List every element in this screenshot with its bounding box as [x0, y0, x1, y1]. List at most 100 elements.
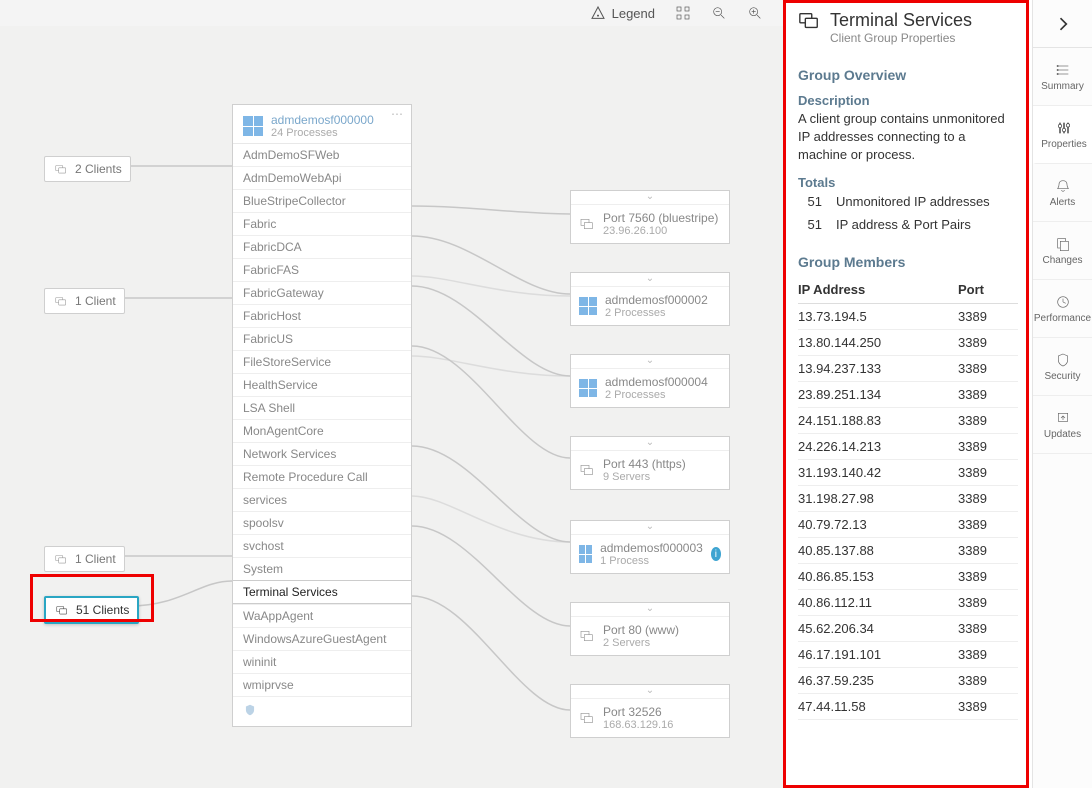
process-row[interactable]: Remote Procedure Call [233, 465, 411, 488]
chevron-down-icon[interactable]: ⌄ [571, 685, 729, 699]
member-row[interactable]: 46.17.191.1013389 [798, 641, 1018, 667]
legend-icon [590, 5, 606, 21]
machine-subtitle: 24 Processes [271, 127, 374, 139]
totals-label: Totals [798, 175, 1018, 190]
client-group-icon [54, 602, 70, 618]
process-row[interactable]: WindowsAzureGuestAgent [233, 627, 411, 650]
chevron-down-icon[interactable]: ⌄ [571, 437, 729, 451]
process-row[interactable]: AdmDemoWebApi [233, 166, 411, 189]
member-port: 3389 [958, 615, 1018, 641]
machine-node-main[interactable]: ⋯ admdemosf000000 24 Processes AdmDemoSF… [232, 104, 412, 727]
member-port: 3389 [958, 485, 1018, 511]
process-row[interactable]: FabricGateway [233, 281, 411, 304]
process-row[interactable]: LSA Shell [233, 396, 411, 419]
port-node[interactable]: ⌄Port 443 (https)9 Servers [570, 436, 730, 490]
member-row[interactable]: 31.198.27.983389 [798, 485, 1018, 511]
more-icon[interactable]: ⋯ [391, 107, 405, 121]
client-group-node-2[interactable]: 2 Clients [44, 156, 131, 182]
process-row[interactable]: BlueStripeCollector [233, 189, 411, 212]
member-row[interactable]: 40.86.112.113389 [798, 589, 1018, 615]
server-group-icon [579, 462, 595, 478]
member-row[interactable]: 45.62.206.343389 [798, 615, 1018, 641]
process-row[interactable]: Fabric [233, 212, 411, 235]
process-row[interactable]: Terminal Services [233, 580, 411, 604]
member-port: 3389 [958, 667, 1018, 693]
rail-tab-updates[interactable]: Updates [1033, 396, 1092, 454]
member-ip: 31.198.27.98 [798, 485, 958, 511]
chevron-down-icon[interactable]: ⌄ [571, 521, 729, 535]
member-port: 3389 [958, 511, 1018, 537]
member-row[interactable]: 23.89.251.1343389 [798, 381, 1018, 407]
legend-button[interactable]: Legend [590, 5, 655, 21]
member-row[interactable]: 24.226.14.2133389 [798, 433, 1018, 459]
process-row[interactable]: wininit [233, 650, 411, 673]
dependency-map-canvas[interactable]: 2 Clients 1 Client 1 Client 51 Clients ⋯… [0, 26, 783, 788]
process-row[interactable]: services [233, 488, 411, 511]
client-node-label: 1 Client [75, 294, 116, 308]
client-group-node-1b[interactable]: 1 Client [44, 546, 125, 572]
fit-to-screen-icon[interactable] [675, 5, 691, 21]
chevron-down-icon[interactable]: ⌄ [571, 273, 729, 287]
port-node[interactable]: ⌄Port 80 (www)2 Servers [570, 602, 730, 656]
col-port[interactable]: Port [958, 276, 1018, 304]
member-row[interactable]: 40.86.85.1533389 [798, 563, 1018, 589]
node-subtitle: 2 Processes [605, 307, 708, 319]
node-subtitle: 1 Process [600, 555, 703, 567]
totals-count: 51 [798, 217, 822, 232]
port-node[interactable]: ⌄Port 7560 (bluestripe)23.96.26.100 [570, 190, 730, 244]
process-row[interactable]: FabricHost [233, 304, 411, 327]
member-port: 3389 [958, 563, 1018, 589]
process-row[interactable]: wmiprvse [233, 673, 411, 696]
process-row[interactable]: FabricFAS [233, 258, 411, 281]
member-row[interactable]: 31.193.140.423389 [798, 459, 1018, 485]
rail-tab-security[interactable]: Security [1033, 338, 1092, 396]
port-node[interactable]: ⌄Port 32526168.63.129.16 [570, 684, 730, 738]
member-row[interactable]: 40.79.72.133389 [798, 511, 1018, 537]
member-row[interactable]: 13.94.237.1333389 [798, 355, 1018, 381]
chevron-down-icon[interactable]: ⌄ [571, 191, 729, 205]
member-row[interactable]: 13.73.194.53389 [798, 303, 1018, 329]
rail-tab-summary[interactable]: Summary [1033, 48, 1092, 106]
process-row[interactable]: Network Services [233, 442, 411, 465]
info-icon[interactable]: i [711, 547, 721, 561]
process-row[interactable]: FabricDCA [233, 235, 411, 258]
process-row[interactable]: spoolsv [233, 511, 411, 534]
zoom-out-icon[interactable] [711, 5, 727, 21]
machine-node[interactable]: ⌄admdemosf0000031 Processi [570, 520, 730, 574]
process-row[interactable]: FileStoreService [233, 350, 411, 373]
chevron-down-icon[interactable]: ⌄ [571, 355, 729, 369]
chevron-down-icon[interactable]: ⌄ [571, 603, 729, 617]
process-row[interactable]: WaAppAgent [233, 604, 411, 627]
machine-node[interactable]: ⌄admdemosf0000042 Processes [570, 354, 730, 408]
col-ip[interactable]: IP Address [798, 276, 958, 304]
member-row[interactable]: 40.85.137.883389 [798, 537, 1018, 563]
overview-header: Group Overview [798, 67, 1018, 83]
machine-node[interactable]: ⌄admdemosf0000022 Processes [570, 272, 730, 326]
expand-button[interactable] [1033, 0, 1092, 48]
zoom-in-icon[interactable] [747, 5, 763, 21]
process-row[interactable]: svchost [233, 534, 411, 557]
member-row[interactable]: 47.44.11.583389 [798, 693, 1018, 719]
rail-tab-performance[interactable]: Performance [1033, 280, 1092, 338]
machine-node-header[interactable]: ⋯ admdemosf000000 24 Processes [233, 105, 411, 144]
rail-tab-alerts[interactable]: Alerts [1033, 164, 1092, 222]
node-subtitle: 2 Servers [603, 637, 679, 649]
client-group-node-51[interactable]: 51 Clients [44, 596, 139, 624]
member-row[interactable]: 24.151.188.833389 [798, 407, 1018, 433]
member-row[interactable]: 46.37.59.2353389 [798, 667, 1018, 693]
process-row[interactable]: HealthService [233, 373, 411, 396]
node-subtitle: 9 Servers [603, 471, 686, 483]
member-ip: 40.86.112.11 [798, 589, 958, 615]
totals-row: 51Unmonitored IP addresses [798, 190, 1018, 213]
process-row[interactable]: FabricUS [233, 327, 411, 350]
alerts-icon [1055, 178, 1071, 194]
client-node-label: 51 Clients [76, 603, 129, 617]
rail-tab-properties[interactable]: Properties [1033, 106, 1092, 164]
member-row[interactable]: 13.80.144.2503389 [798, 329, 1018, 355]
process-row[interactable]: System [233, 557, 411, 580]
process-row[interactable]: AdmDemoSFWeb [233, 144, 411, 166]
process-row[interactable]: MonAgentCore [233, 419, 411, 442]
member-port: 3389 [958, 381, 1018, 407]
rail-tab-changes[interactable]: Changes [1033, 222, 1092, 280]
client-group-node-1a[interactable]: 1 Client [44, 288, 125, 314]
